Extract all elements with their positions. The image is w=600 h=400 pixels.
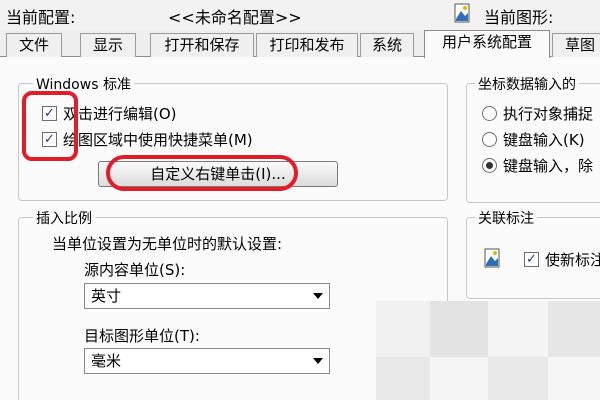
coord-option-keyboard-label: 键盘输入(K) [503,131,585,149]
tab-plot-publish[interactable]: 打印和发布 [256,33,358,57]
coord-option-osnap[interactable]: 执行对象捕捉 [482,103,593,124]
chevron-down-icon [313,358,323,364]
associative-dim-legend: 关联标注 [475,208,537,228]
checkmark-icon: ✓ [526,252,537,267]
blurred-area [430,301,488,357]
coord-input-legend: 坐标数据输入的 [475,74,579,94]
blurred-area [376,301,430,357]
shortcut-menu-checkbox[interactable]: ✓ [42,132,57,147]
user-preferences-panel: Windows 标准 ✓ 双击进行编辑(O) ✓ 绘图区域中使用快捷菜单(M) … [0,57,600,400]
tab-user-preferences[interactable]: 用户系统配置 [424,30,550,58]
customize-right-click-button[interactable]: 自定义右键单击(I)... [98,161,338,187]
source-units-select[interactable]: 英寸 [84,283,330,309]
current-profile-label: 当前配置: [6,8,76,27]
associative-dim-checkbox[interactable]: ✓ [524,252,539,267]
coord-option-keyboard-except-radio[interactable] [482,158,497,173]
checkmark-icon: ✓ [44,132,55,147]
header-bar: 当前配置: <<未命名配置>> 当前图形: [0,0,600,30]
double-click-edit-row[interactable]: ✓ 双击进行编辑(O) [42,103,177,124]
coord-option-keyboard-except-label: 键盘输入，除 [503,157,594,175]
radio-selected-dot [486,162,493,169]
target-units-value: 毫米 [91,352,122,370]
coord-option-keyboard-except[interactable]: 键盘输入，除 [482,155,593,176]
tab-file[interactable]: 文件 [6,33,62,57]
tab-bar: 文件 显示 打开和保存 打印和发布 系统 用户系统配置 草图 [0,30,600,58]
source-units-value: 英寸 [91,287,122,305]
drawing-file-icon [452,2,474,24]
shortcut-menu-label: 绘图区域中使用快捷菜单(M) [63,131,253,149]
source-units-label: 源内容单位(S): [84,261,186,279]
tab-display[interactable]: 显示 [80,33,136,57]
tab-open-save[interactable]: 打开和保存 [150,33,254,57]
current-drawing-label: 当前图形: [484,8,554,27]
blurred-area [488,301,548,357]
blurred-area [488,357,548,400]
coord-option-keyboard-radio[interactable] [482,132,497,147]
coord-option-osnap-radio[interactable] [482,106,497,121]
double-click-edit-checkbox[interactable]: ✓ [42,106,57,121]
drawing-file-icon [482,247,504,269]
insert-scale-legend: 插入比例 [33,208,95,228]
blurred-area [430,357,488,400]
current-profile-value: <<未命名配置>> [168,8,302,27]
checkmark-icon: ✓ [44,106,55,121]
associative-dim-label: 使新标注 [545,251,600,269]
blurred-area [376,357,430,400]
blurred-area [548,301,600,357]
unitless-default-text: 当单位设置为无单位时的默认设置: [52,235,283,253]
double-click-edit-label: 双击进行编辑(O) [63,105,177,123]
coord-option-osnap-label: 执行对象捕捉 [503,105,594,123]
windows-standard-legend: Windows 标准 [33,74,134,94]
coord-option-keyboard[interactable]: 键盘输入(K) [482,129,585,150]
chevron-down-icon [313,293,323,299]
shortcut-menu-row[interactable]: ✓ 绘图区域中使用快捷菜单(M) [42,129,253,150]
target-units-label: 目标图形单位(T): [84,327,200,345]
target-units-select[interactable]: 毫米 [84,348,330,374]
blurred-area [548,357,600,400]
tab-system[interactable]: 系统 [360,33,414,57]
tab-drafting[interactable]: 草图 [552,33,600,57]
associative-dim-row[interactable]: ✓ 使新标注 [524,249,600,270]
